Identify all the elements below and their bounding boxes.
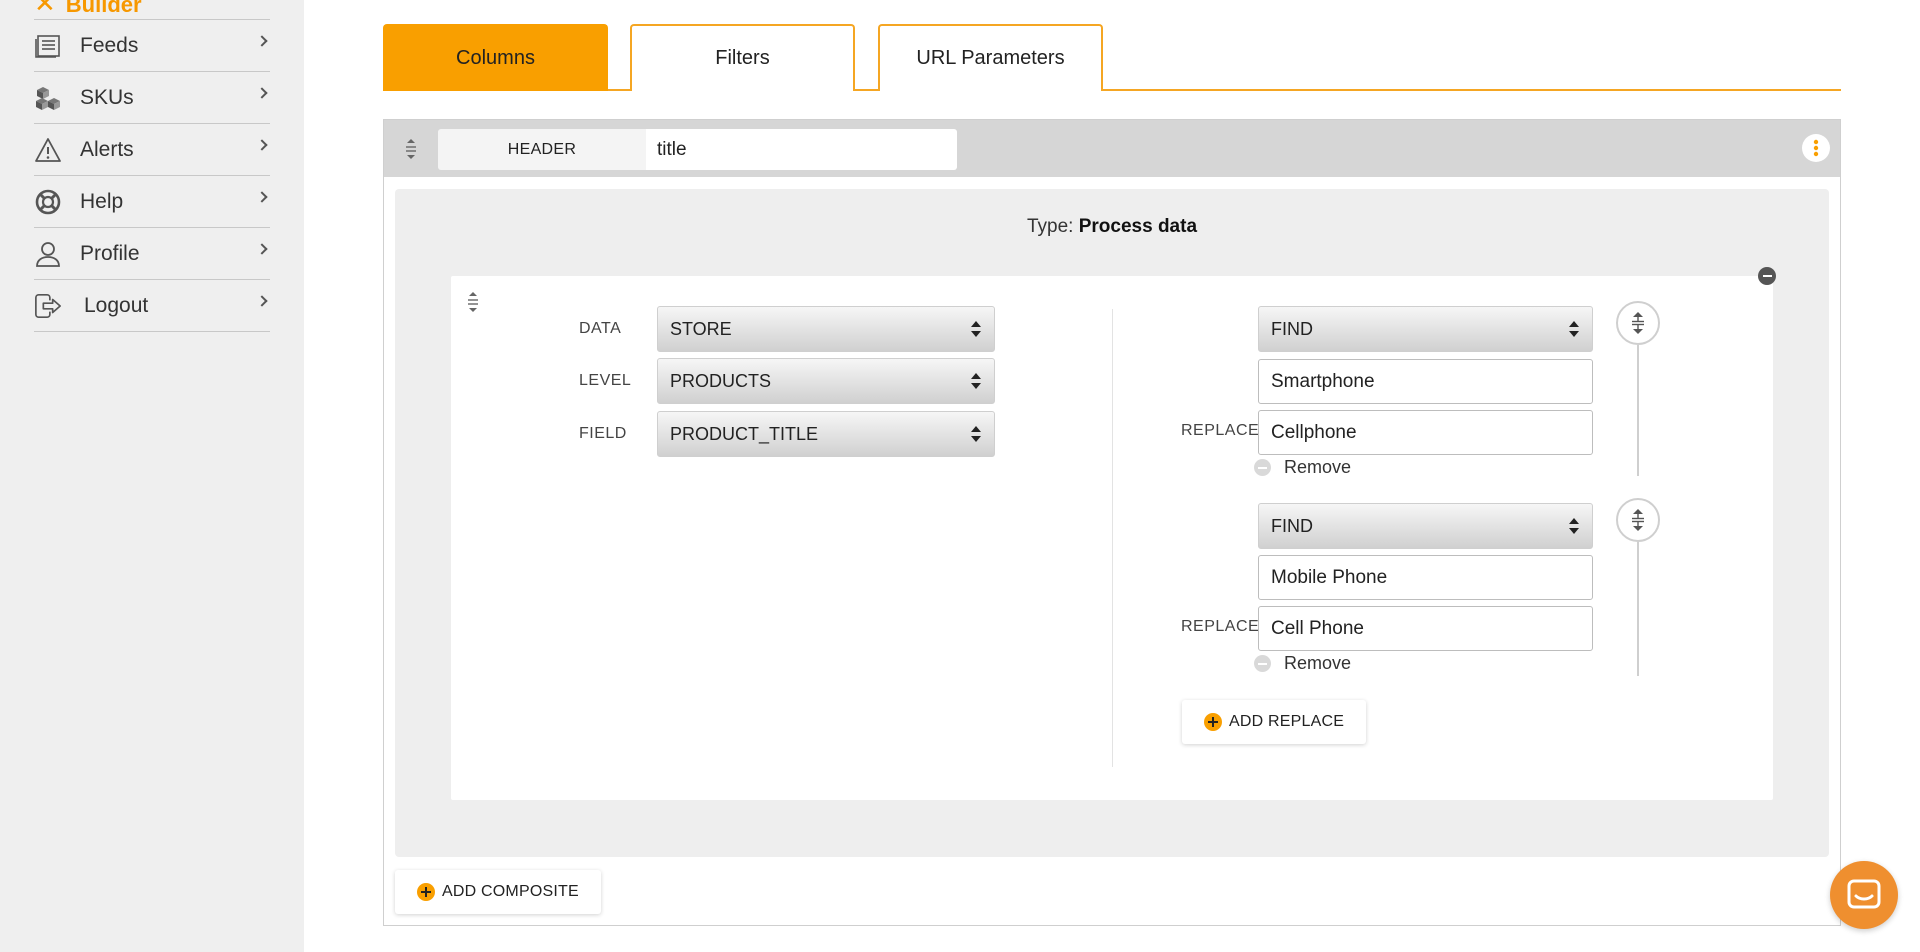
drag-handle-icon[interactable] <box>465 290 481 314</box>
add-composite-button[interactable]: ADD COMPOSITE <box>395 870 601 914</box>
add-replace-label: ADD REPLACE <box>1229 713 1345 730</box>
data-select[interactable]: STORE <box>657 306 995 352</box>
column-body: Type: Process data DATA STORE LEVEL PROD… <box>395 189 1829 857</box>
chevron-right-icon <box>256 87 268 99</box>
find-input[interactable] <box>1258 555 1593 600</box>
boxes-icon <box>34 84 62 112</box>
minus-circle-icon <box>1254 459 1271 476</box>
kebab-menu-icon <box>1813 139 1819 157</box>
sidebar-item-label: Alerts <box>80 137 134 161</box>
add-replace-button[interactable]: ADD REPLACE <box>1182 700 1367 744</box>
select-arrows-icon <box>1569 321 1579 337</box>
section-divider <box>1112 309 1113 767</box>
replace-mode-value: FIND <box>1271 515 1313 536</box>
replace-input[interactable] <box>1258 410 1593 455</box>
reorder-replace-button[interactable] <box>1616 301 1660 345</box>
column-type: Type: Process data <box>395 216 1829 238</box>
sidebar-item-label: Help <box>80 189 124 213</box>
remove-replace-button[interactable]: Remove <box>1254 457 1351 478</box>
field-select-value: PRODUCT_TITLE <box>670 423 819 444</box>
lifebuoy-icon <box>34 188 62 216</box>
reorder-track <box>1637 345 1639 476</box>
header-name-input[interactable] <box>646 129 957 170</box>
select-arrows-icon <box>971 321 981 337</box>
plus-circle-icon <box>417 883 435 901</box>
level-label: LEVEL <box>579 372 632 389</box>
reorder-icon <box>1632 312 1644 334</box>
tab-url-parameters[interactable]: URL Parameters <box>878 24 1103 91</box>
data-select-value: STORE <box>670 318 732 339</box>
sidebar-item-profile[interactable]: Profile <box>34 228 270 280</box>
user-icon <box>34 240 62 268</box>
chat-launcher-button[interactable] <box>1830 861 1898 929</box>
select-arrows-icon <box>971 426 981 442</box>
feed-list-icon <box>34 32 62 60</box>
column-menu-button[interactable] <box>1802 134 1830 162</box>
sidebar-item-label: Builder <box>65 0 142 17</box>
chevron-right-icon <box>256 139 268 151</box>
replace-mode-select[interactable]: FIND <box>1258 503 1593 549</box>
sidebar-nav: Feeds SKUs Alerts Help Profile Logout <box>34 19 270 332</box>
type-value: Process data <box>1078 216 1198 237</box>
field-select[interactable]: PRODUCT_TITLE <box>657 411 995 457</box>
level-select-value: PRODUCTS <box>670 370 772 391</box>
sidebar-item-alerts[interactable]: Alerts <box>34 124 270 176</box>
replace-mode-value: FIND <box>1271 318 1313 339</box>
sidebar-item-skus[interactable]: SKUs <box>34 72 270 124</box>
column-header-bar: HEADER <box>384 120 1840 177</box>
reorder-replace-button[interactable] <box>1616 498 1660 542</box>
remove-composite-button[interactable] <box>1758 267 1776 285</box>
editor-tabs: Columns Filters URL Parameters <box>383 24 1841 91</box>
tools-icon: ✕ <box>34 0 56 18</box>
plus-circle-icon <box>1204 713 1222 731</box>
column-panel: HEADER Type: Process data DATA STORE LEV… <box>383 119 1841 926</box>
select-arrows-icon <box>971 373 981 389</box>
find-input[interactable] <box>1258 359 1593 404</box>
chevron-right-icon <box>256 295 268 307</box>
sidebar-item-label: SKUs <box>80 85 134 109</box>
composite-block: DATA STORE LEVEL PRODUCTS FIELD PRODUCT_… <box>451 267 1776 800</box>
replace-mode-select[interactable]: FIND <box>1258 306 1593 352</box>
select-arrows-icon <box>1569 518 1579 534</box>
sidebar-item-help[interactable]: Help <box>34 176 270 228</box>
add-composite-label: ADD COMPOSITE <box>442 883 579 900</box>
sidebar: ✕ Builder Feeds SKUs Alerts Help Profile… <box>0 0 304 952</box>
sidebar-item-label: Profile <box>80 241 140 265</box>
warning-triangle-icon <box>34 136 62 164</box>
level-select[interactable]: PRODUCTS <box>657 358 995 404</box>
replace-input[interactable] <box>1258 606 1593 651</box>
sidebar-item-label: Feeds <box>80 33 139 57</box>
chevron-right-icon <box>256 243 268 255</box>
minus-circle-icon <box>1254 655 1271 672</box>
tab-columns[interactable]: Columns <box>383 24 608 91</box>
logout-icon <box>34 292 62 320</box>
tab-filters[interactable]: Filters <box>630 24 855 91</box>
header-field-label: HEADER <box>438 129 646 170</box>
chevron-right-icon <box>256 35 268 47</box>
data-label: DATA <box>579 320 622 337</box>
replace-label: REPLACE <box>1181 618 1260 635</box>
drag-handle-icon[interactable] <box>403 137 419 161</box>
remove-label: Remove <box>1284 457 1352 477</box>
field-label: FIELD <box>579 425 627 442</box>
sidebar-item-label: Logout <box>84 293 149 317</box>
reorder-track <box>1637 542 1639 676</box>
replace-label: REPLACE <box>1181 422 1260 439</box>
remove-replace-button[interactable]: Remove <box>1254 653 1351 674</box>
chevron-right-icon <box>256 191 268 203</box>
type-prefix: Type: <box>1026 216 1074 237</box>
sidebar-item-logout[interactable]: Logout <box>34 280 270 332</box>
chat-icon <box>1847 879 1881 909</box>
reorder-icon <box>1632 509 1644 531</box>
remove-label: Remove <box>1284 653 1352 673</box>
sidebar-item-builder[interactable]: ✕ Builder <box>34 0 142 19</box>
sidebar-item-feeds[interactable]: Feeds <box>34 20 270 72</box>
